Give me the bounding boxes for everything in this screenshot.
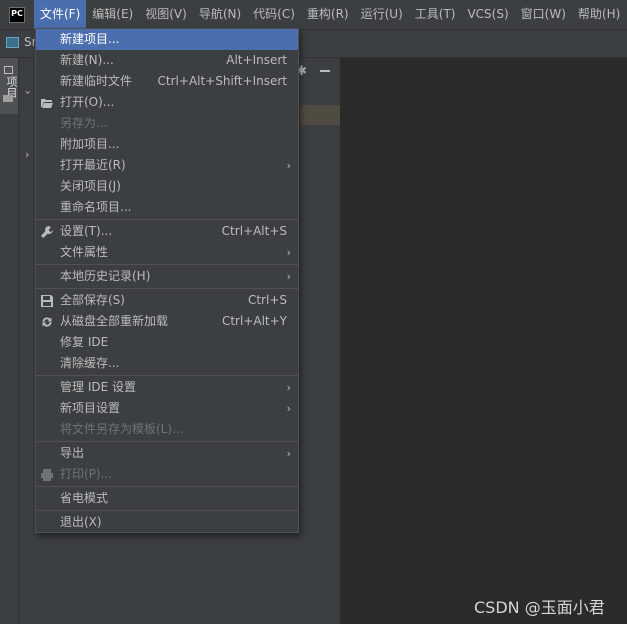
menu-bar: PC 文件(F) 编辑(E) 视图(V) 导航(N) 代码(C) 重构(R) 运… — [0, 0, 627, 30]
menu-item-save-as: 另存为... — [60, 116, 108, 130]
submenu-arrow-icon: › — [286, 246, 291, 259]
menu-view[interactable]: 视图(V) — [139, 0, 193, 29]
menu-item-open-recent[interactable]: 打开最近(R) › — [36, 155, 298, 176]
menu-item-print: 打印(P)... — [36, 464, 298, 485]
submenu-arrow-icon: › — [286, 270, 291, 283]
submenu-arrow-icon: › — [286, 159, 291, 172]
menu-item-local-history[interactable]: 本地历史记录(H) › — [36, 266, 298, 287]
menu-separator — [36, 288, 298, 289]
submenu-arrow-icon: › — [286, 447, 291, 460]
submenu-arrow-icon: › — [286, 381, 291, 394]
menu-item-repair-ide[interactable]: 修复 IDE — [36, 332, 298, 353]
menu-separator — [36, 510, 298, 511]
pycharm-logo-icon: PC — [9, 6, 25, 23]
menu-item-new[interactable]: 新建(N)... Alt+Insert — [36, 50, 298, 71]
menu-window[interactable]: 窗口(W) — [515, 0, 572, 29]
menu-item-new-scratch-file[interactable]: 新建临时文件 Ctrl+Alt+Shift+Insert — [36, 71, 298, 92]
menu-item-invalidate-caches[interactable]: 清除缓存... — [36, 353, 298, 374]
selected-tree-row[interactable] — [300, 105, 340, 125]
submenu-arrow-icon: › — [286, 402, 291, 415]
menu-separator — [36, 441, 298, 442]
open-folder-icon — [41, 99, 53, 108]
project-view-icon — [4, 66, 13, 74]
menu-file[interactable]: 文件(F) — [34, 0, 87, 29]
left-tool-strip — [0, 58, 19, 624]
menu-item-save-all[interactable]: 全部保存(S) Ctrl+S — [36, 290, 298, 311]
chevron-right-icon[interactable]: › — [25, 148, 29, 161]
file-menu-dropdown: 新建项目... 新建(N)... Alt+Insert 新建临时文件 Ctrl+… — [35, 28, 299, 533]
menu-navigate[interactable]: 导航(N) — [193, 0, 247, 29]
menu-item-attach-project[interactable]: 附加项目... — [36, 134, 298, 155]
menu-item-manage-ide-settings[interactable]: 管理 IDE 设置 › — [36, 377, 298, 398]
print-icon — [41, 469, 53, 481]
menu-item-open[interactable]: 打开(O)... — [36, 92, 298, 113]
editor-area — [341, 58, 627, 624]
menu-item-export[interactable]: 导出 › — [36, 443, 298, 464]
menu-separator — [36, 219, 298, 220]
menu-help[interactable]: 帮助(H) — [572, 0, 626, 29]
hide-panel-icon[interactable] — [320, 70, 330, 72]
menu-item-close-project[interactable]: 关闭项目(J) — [36, 176, 298, 197]
wrench-icon — [41, 226, 53, 238]
menu-item-power-save-mode[interactable]: 省电模式 — [36, 488, 298, 509]
menu-vcs[interactable]: VCS(S) — [461, 0, 514, 29]
menu-tools[interactable]: 工具(T) — [409, 0, 462, 29]
menu-separator — [36, 375, 298, 376]
menu-item-new-project[interactable]: 新建项目... — [36, 29, 298, 50]
menu-item-exit[interactable]: 退出(X) — [36, 512, 298, 533]
menu-item-rename-project[interactable]: 重命名项目... — [36, 197, 298, 218]
project-folder-icon — [6, 37, 19, 48]
menu-run[interactable]: 运行(U) — [355, 0, 409, 29]
menu-edit[interactable]: 编辑(E) — [86, 0, 139, 29]
menu-refactor[interactable]: 重构(R) — [301, 0, 355, 29]
menu-code[interactable]: 代码(C) — [247, 0, 301, 29]
chevron-down-icon[interactable]: › — [22, 90, 35, 94]
menu-separator — [36, 264, 298, 265]
menu-item-save-as-template: 将文件另存为模板(L)... — [60, 422, 184, 436]
refresh-icon — [42, 317, 52, 327]
menu-item-settings[interactable]: 设置(T)... Ctrl+Alt+S — [36, 221, 298, 242]
menu-item-new-project-settings[interactable]: 新项目设置 › — [36, 398, 298, 419]
menu-separator — [36, 486, 298, 487]
save-icon — [41, 295, 53, 307]
menu-item-file-properties[interactable]: 文件属性 › — [36, 242, 298, 263]
folder-icon — [3, 95, 13, 102]
watermark: CSDN @玉面小君 — [474, 598, 605, 617]
menu-item-reload-all[interactable]: 从磁盘全部重新加载 Ctrl+Alt+Y — [36, 311, 298, 332]
